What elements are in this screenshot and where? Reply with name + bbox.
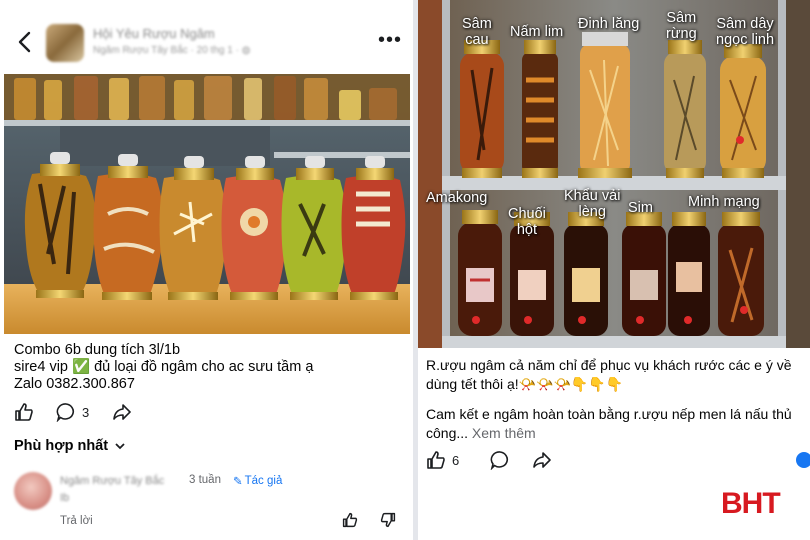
comment-dislike-icon[interactable]	[380, 512, 396, 528]
post-caption: Combo 6b dung tích 3l/1b sire4 vip ✅ đủ …	[14, 342, 313, 393]
post-actions: 6	[426, 450, 646, 472]
see-more-link[interactable]: Xem thêm	[472, 425, 536, 441]
back-arrow-icon[interactable]	[16, 30, 34, 54]
post-photo[interactable]	[4, 74, 410, 334]
comment-body: Ib	[60, 492, 70, 504]
pencil-icon: ✎	[233, 476, 243, 488]
caption-line: Zalo 0382.300.867	[14, 376, 135, 392]
chevron-down-icon	[115, 443, 125, 450]
comment-like-icon[interactable]	[342, 512, 358, 528]
label-minh-mang: Minh mạng	[688, 194, 760, 210]
like-button[interactable]	[14, 402, 34, 422]
globe-icon: ◍	[241, 45, 251, 56]
watermark-logo: BHT	[721, 487, 781, 520]
thumbs-up-icon	[427, 451, 445, 469]
thumbs-up-icon	[15, 403, 33, 421]
caption-line: sire4 vip ✅ đủ loại đồ ngâm cho ac sưu t…	[14, 359, 314, 375]
screenshot-composite: Hội Yêu Rượu Ngâm Ngâm Rượu Tây Bắc · 20…	[0, 0, 810, 540]
author-badge: ✎ Tác giả	[233, 475, 283, 488]
label-sam-day: Sâm dây ngọc linh	[716, 16, 775, 48]
label-dinh-lang: Đinh lăng	[578, 16, 640, 32]
comment-button[interactable]	[490, 450, 510, 470]
commenter-avatar[interactable]	[14, 472, 52, 510]
label-khau-vai: Khẩu vải lèng	[564, 188, 621, 220]
comment-icon	[56, 403, 75, 422]
post-photo[interactable]: Sâm cau Nấm lim Đinh lăng Sâm rừng Sâm dây…	[418, 0, 810, 348]
label-sam-cau: Sâm cau	[462, 16, 492, 48]
share-button[interactable]	[532, 450, 552, 470]
label-chuoi-hot: Chuối hột	[508, 206, 546, 238]
comment-button[interactable]: 3	[56, 402, 89, 422]
comment-time[interactable]: 3 tuần	[189, 474, 221, 486]
post-meta: Ngâm Rượu Tây Bắc · 20 thg 1 · ◍	[93, 45, 251, 56]
label-amakong: Amakong	[426, 190, 488, 206]
label-nam-lim: Nấm lim	[510, 24, 564, 40]
post-header: Hội Yêu Rượu Ngâm Ngâm Rượu Tây Bắc · 20…	[0, 16, 413, 72]
post-caption-2: Cam kết e ngâm hoàn toàn bằng r.ượu nếp …	[426, 406, 792, 441]
group-name[interactable]: Hội Yêu Rượu Ngâm	[93, 26, 215, 41]
commenter-name[interactable]: Ngâm Rượu Tây Bắc	[60, 475, 164, 487]
right-post: Sâm cau Nấm lim Đinh lăng Sâm rừng Sâm dây…	[418, 0, 810, 540]
share-icon	[533, 452, 551, 468]
comment-icon	[490, 451, 509, 470]
share-button[interactable]	[112, 402, 132, 422]
share-icon	[113, 404, 131, 420]
more-options-icon[interactable]: •••	[378, 30, 402, 50]
label-sim: Sim	[628, 200, 653, 216]
post-caption: R.ượu ngâm cả năm chỉ để phục vụ khách r…	[426, 357, 792, 392]
like-button[interactable]: 6	[426, 450, 459, 470]
like-reaction-icon	[796, 452, 810, 468]
sort-label: Phù hợp nhất	[14, 438, 109, 454]
post-actions: 3	[14, 402, 214, 424]
like-count: 6	[452, 452, 460, 468]
comment-count: 3	[82, 404, 90, 420]
reply-link[interactable]: Trả lời	[60, 515, 93, 527]
label-sam-rung: Sâm rừng	[666, 10, 697, 42]
group-avatar[interactable]	[46, 24, 84, 62]
caption-line: Combo 6b dung tích 3l/1b	[14, 342, 181, 358]
left-post: Hội Yêu Rượu Ngâm Ngâm Rượu Tây Bắc · 20…	[0, 0, 413, 540]
comment-sort-dropdown[interactable]: Phù hợp nhất	[14, 438, 126, 454]
